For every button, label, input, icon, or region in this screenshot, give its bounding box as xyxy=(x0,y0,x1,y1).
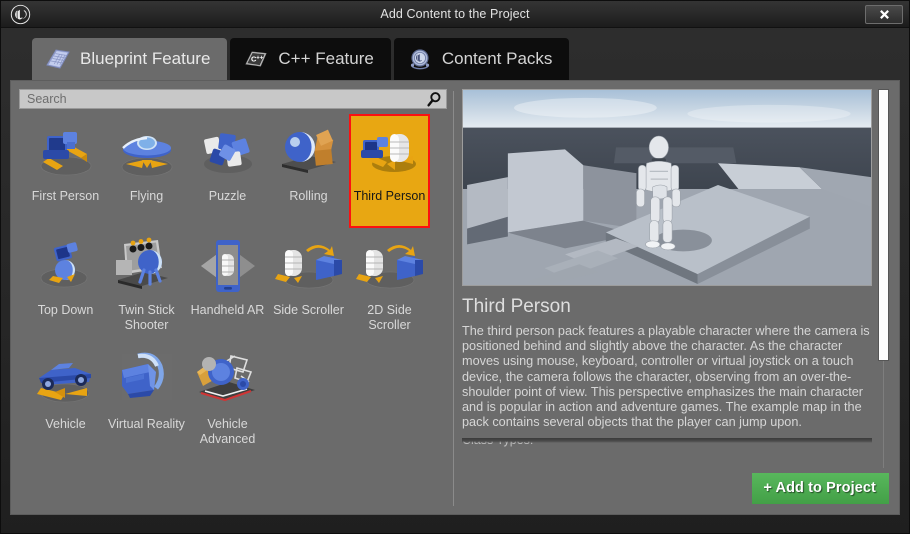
title-bar: Add Content to the Project xyxy=(1,1,909,28)
template-item-virtual-reality[interactable]: Virtual Reality xyxy=(106,342,187,456)
template-item-top-down[interactable]: Top Down xyxy=(25,228,106,342)
side-scroller-icon xyxy=(272,234,346,300)
template-item-third-person[interactable]: Third Person xyxy=(349,114,430,228)
template-item-first-person[interactable]: First Person xyxy=(25,114,106,228)
close-button[interactable] xyxy=(865,5,903,24)
puzzle-icon xyxy=(191,120,265,186)
tab-content-packs[interactable]: Content Packs xyxy=(393,38,570,80)
tab-label: C++ Feature xyxy=(278,49,374,68)
tab-label: Content Packs xyxy=(441,49,553,68)
template-item-puzzle[interactable]: Puzzle xyxy=(187,114,268,228)
tab-strip: Blueprint Feature C ++ C++ Feature Conte… xyxy=(10,36,900,80)
svg-text:++: ++ xyxy=(257,55,265,61)
content-pane: First Person xyxy=(10,80,900,515)
search-input[interactable] xyxy=(27,92,426,106)
template-item-twin-stick-shooter[interactable]: Twin Stick Shooter xyxy=(106,228,187,342)
template-label: Puzzle xyxy=(208,189,247,203)
add-to-project-button[interactable]: + Add to Project xyxy=(752,472,889,504)
dialog-body: Blueprint Feature C ++ C++ Feature Conte… xyxy=(1,28,909,533)
flying-icon xyxy=(110,120,184,186)
search-bar[interactable] xyxy=(19,89,447,109)
detail-footer: + Add to Project xyxy=(462,468,891,508)
template-item-rolling[interactable]: Rolling xyxy=(268,114,349,228)
close-icon xyxy=(879,10,889,19)
handheld-ar-icon xyxy=(191,234,265,300)
template-preview-image xyxy=(462,89,872,286)
template-label: Vehicle Advanced xyxy=(199,417,256,446)
detail-scroll-area: Third Person The third person pack featu… xyxy=(462,89,891,468)
template-label: 2D Side Scroller xyxy=(367,303,412,332)
search-icon[interactable] xyxy=(426,91,442,107)
detail-title: Third Person xyxy=(462,296,571,317)
template-browser: First Person xyxy=(19,89,447,508)
cpp-icon: C ++ xyxy=(243,47,269,71)
detail-content: Third Person The third person pack featu… xyxy=(462,89,872,468)
2d-side-scroller-icon xyxy=(353,234,427,300)
template-label: Flying xyxy=(129,189,164,203)
template-grid: First Person Flying Puzzle Rolling Third… xyxy=(19,112,447,508)
top-down-icon xyxy=(29,234,103,300)
detail-clip-shade xyxy=(462,438,872,444)
template-label: Virtual Reality xyxy=(108,417,185,431)
virtual-reality-icon xyxy=(110,348,184,414)
detail-clipped-row: Class Types: xyxy=(462,438,872,448)
template-item-vehicle[interactable]: Vehicle xyxy=(25,342,106,456)
template-label: Twin Stick Shooter xyxy=(118,303,175,332)
twin-stick-shooter-icon xyxy=(110,234,184,300)
template-label: Top Down xyxy=(37,303,94,317)
tab-label: Blueprint Feature xyxy=(80,49,211,68)
template-label: Rolling xyxy=(289,189,328,203)
unreal-orb-icon xyxy=(407,47,433,71)
template-label: First Person xyxy=(31,189,100,203)
template-label: Vehicle xyxy=(45,417,86,431)
template-item-handheld-ar[interactable]: Handheld AR xyxy=(187,228,268,342)
template-item-flying[interactable]: Flying xyxy=(106,114,187,228)
detail-scrollbar[interactable] xyxy=(878,89,891,468)
tab-blueprint-feature[interactable]: Blueprint Feature xyxy=(32,38,228,80)
scrollbar-thumb[interactable] xyxy=(878,89,889,361)
third-person-icon xyxy=(353,120,427,186)
first-person-icon xyxy=(29,120,103,186)
detail-panel: Third Person The third person pack featu… xyxy=(462,89,891,508)
window-title: Add Content to the Project xyxy=(380,7,530,21)
template-item-vehicle-advanced[interactable]: Vehicle Advanced xyxy=(187,342,268,456)
add-content-dialog: Add Content to the Project Blueprint Fea… xyxy=(0,0,910,534)
tab-cpp-feature[interactable]: C ++ C++ Feature xyxy=(230,38,391,80)
blueprint-book-icon xyxy=(45,47,71,71)
vehicle-advanced-icon xyxy=(191,348,265,414)
template-item-2d-side-scroller[interactable]: 2D Side Scroller xyxy=(349,228,430,342)
template-item-side-scroller[interactable]: Side Scroller xyxy=(268,228,349,342)
rolling-icon xyxy=(272,120,346,186)
template-label: Third Person xyxy=(353,189,426,203)
detail-description: The third person pack features a playabl… xyxy=(462,324,870,430)
vehicle-icon xyxy=(29,348,103,414)
panel-divider xyxy=(453,91,454,506)
template-label: Handheld AR xyxy=(190,303,265,317)
template-label: Side Scroller xyxy=(273,303,344,317)
unreal-engine-logo-icon xyxy=(5,1,35,28)
